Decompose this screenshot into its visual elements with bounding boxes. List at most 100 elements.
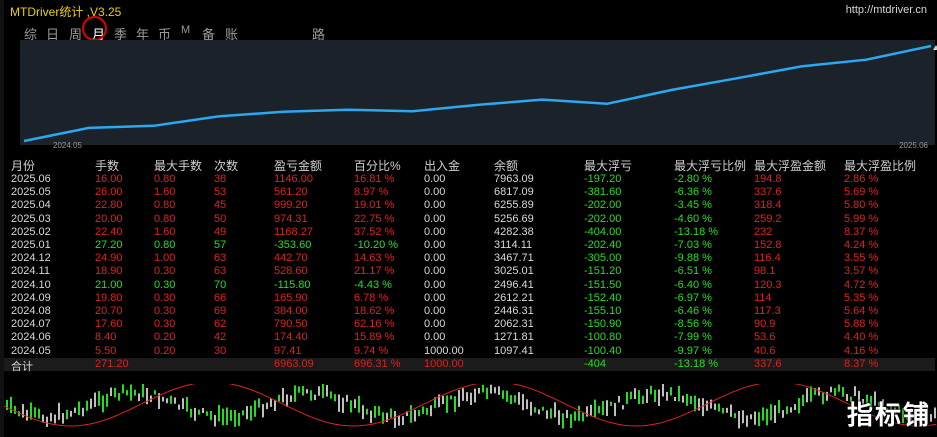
candle: [302, 386, 304, 396]
candle: [494, 387, 496, 394]
candle: [322, 383, 324, 398]
table-cell-max-float-loss: -155.10: [584, 305, 622, 317]
candle: [578, 405, 580, 421]
table-cell-pct: 14.63 %: [354, 252, 395, 265]
table-cell-max-float-profit: 117.3: [754, 305, 781, 317]
table-row[interactable]: 2024.08 20.70 0.30 69 384.00 18.62 % 0.00 2446.…: [4, 305, 935, 318]
candle: [466, 392, 468, 402]
candle: [706, 400, 708, 411]
table-cell-balance: 3467.71: [494, 252, 534, 265]
table-row[interactable]: 2024.05 5.50 0.20 30 97.41 9.74 % 1000.00 1097.…: [4, 345, 935, 358]
candle: [526, 399, 528, 410]
table-row[interactable]: 2025.06 16.00 0.80 38 1146.00 16.81 % 0.00 7963…: [4, 173, 935, 186]
statistics-panel: MTDriver统计 ,V3.25 http://mtdriver.cn 综日周…: [4, 0, 937, 384]
scroll-arrows[interactable]: [933, 45, 937, 120]
table-row[interactable]: 2024.06 8.40 0.20 42 174.40 15.89 % 0.00 1271.8…: [4, 331, 935, 344]
table-cell-max-float-profit-pct: 5.99 %: [844, 212, 879, 225]
table-cell-month: 2024.05: [11, 344, 51, 357]
table-row[interactable]: 2024.11 18.90 0.30 63 528.60 21.17 % 0.00 3025.…: [4, 265, 935, 278]
candle: [118, 393, 120, 401]
candle: [54, 414, 56, 424]
table-cell-max-float-profit: 259.2: [754, 212, 782, 225]
candle: [630, 391, 632, 400]
table-cell-max-float-profit-pct: 5.35 %: [844, 291, 879, 304]
table-cell-max-float-loss: -151.50: [584, 278, 622, 291]
table-cell-balance: 1271.81: [494, 331, 534, 344]
candle: [426, 407, 428, 415]
candle: [594, 399, 596, 418]
candle: [210, 411, 212, 421]
candle: [510, 395, 512, 405]
candle: [786, 406, 788, 415]
table-cell-balance: 2496.41: [494, 278, 534, 291]
table-cell-count: 63: [214, 252, 227, 265]
candle: [710, 399, 712, 409]
candle: [110, 387, 112, 396]
table-cell-max-float-profit-pct: 8.37 %: [844, 225, 879, 238]
candle: [546, 410, 548, 419]
candle: [654, 389, 656, 402]
candle: [490, 384, 492, 394]
table-cell-io: 0.00: [424, 265, 446, 278]
table-cell-month: 2025.03: [11, 212, 51, 225]
candle: [478, 387, 480, 394]
candle: [534, 407, 536, 413]
table-row[interactable]: 2025.03 20.00 0.80 50 974.31 22.75 % 0.00 5256.…: [4, 213, 935, 226]
candle: [270, 398, 272, 407]
candle: [742, 410, 744, 424]
table-cell-max-lots: 0.30: [154, 305, 176, 317]
table-row[interactable]: 2025.02 22.40 1.60 49 1168.27 37.52 % 0.00 4282…: [4, 226, 935, 239]
candle: [62, 413, 64, 424]
table-cell-max-lots: 0.80: [154, 212, 176, 225]
table-cell-max-float-profit: 53.6: [754, 331, 776, 344]
table-cell-count: 66: [214, 291, 227, 304]
table-cell-count: 70: [214, 278, 227, 291]
candle: [182, 398, 184, 409]
candle: [574, 411, 576, 421]
table-cell-max-float-profit-pct: 4.72 %: [844, 278, 879, 291]
table-row[interactable]: 2024.07 17.60 0.30 62 790.50 62.16 % 0.00 2062.…: [4, 318, 935, 331]
table-row[interactable]: 2025.01 27.20 0.80 57 -353.60 -10.20 % 0.00 311…: [4, 239, 935, 252]
panel-title: MTDriver统计 ,V3.25: [10, 5, 122, 19]
table-row[interactable]: 2024.09 19.80 0.30 66 165.90 6.78 % 0.00 2612.2…: [4, 292, 935, 305]
table-cell-max-float-profit-pct: 4.40 %: [844, 331, 879, 344]
candle: [782, 410, 784, 418]
candle: [374, 406, 376, 418]
website-link[interactable]: http://mtdriver.cn: [846, 4, 927, 16]
candle: [194, 407, 196, 421]
candle: [102, 395, 104, 413]
table-cell-pnl: 528.60: [274, 265, 308, 278]
table-cell-pct: 6.78 %: [354, 291, 389, 304]
table-row[interactable]: 2025.04 22.80 0.80 45 999.20 19.01 % 0.00 6255.…: [4, 199, 935, 212]
table-cell-pnl: 165.90: [274, 291, 308, 304]
candle: [154, 390, 156, 395]
tab-7[interactable]: M: [181, 24, 190, 36]
candle: [402, 416, 404, 425]
column-header: 最大手数: [154, 159, 203, 173]
column-header: 最大浮盈比例: [844, 159, 917, 173]
candle: [726, 407, 728, 413]
table-cell-max-float-loss-pct: -3.45 %: [674, 199, 712, 212]
table-cell-max-float-profit: 90.9: [754, 318, 776, 331]
candle: [770, 404, 772, 421]
table-cell-max-lots: 0.20: [154, 331, 176, 344]
table-cell-max-float-loss-pct: -2.80 %: [674, 173, 712, 185]
candle: [766, 408, 768, 426]
total-cell-max-float-profit-pct: 8.37 %: [844, 357, 879, 370]
table-row[interactable]: 2025.05 26.00 1.60 53 561.20 8.97 % 0.00 6817.0…: [4, 186, 935, 199]
table-cell-io: 0.00: [424, 199, 446, 212]
candle: [678, 385, 680, 402]
table-row[interactable]: 2024.12 24.90 1.00 63 442.70 14.63 % 0.00 3467.…: [4, 252, 935, 265]
candle: [738, 411, 740, 429]
candle: [70, 410, 72, 417]
candle: [778, 400, 780, 413]
candle: [74, 407, 76, 413]
table-row[interactable]: 2024.10 21.00 0.30 70 -115.80 -4.43 % 0.00 2496…: [4, 279, 935, 292]
candle: [830, 386, 832, 393]
table-cell-count: 57: [214, 239, 227, 251]
table-cell-max-lots: 1.00: [154, 252, 176, 265]
table-cell-max-float-profit: 98.1: [754, 265, 776, 278]
candle: [238, 413, 240, 426]
table-cell-max-float-profit-pct: 3.55 %: [844, 252, 879, 265]
table-cell-lots: 27.20: [95, 239, 123, 251]
